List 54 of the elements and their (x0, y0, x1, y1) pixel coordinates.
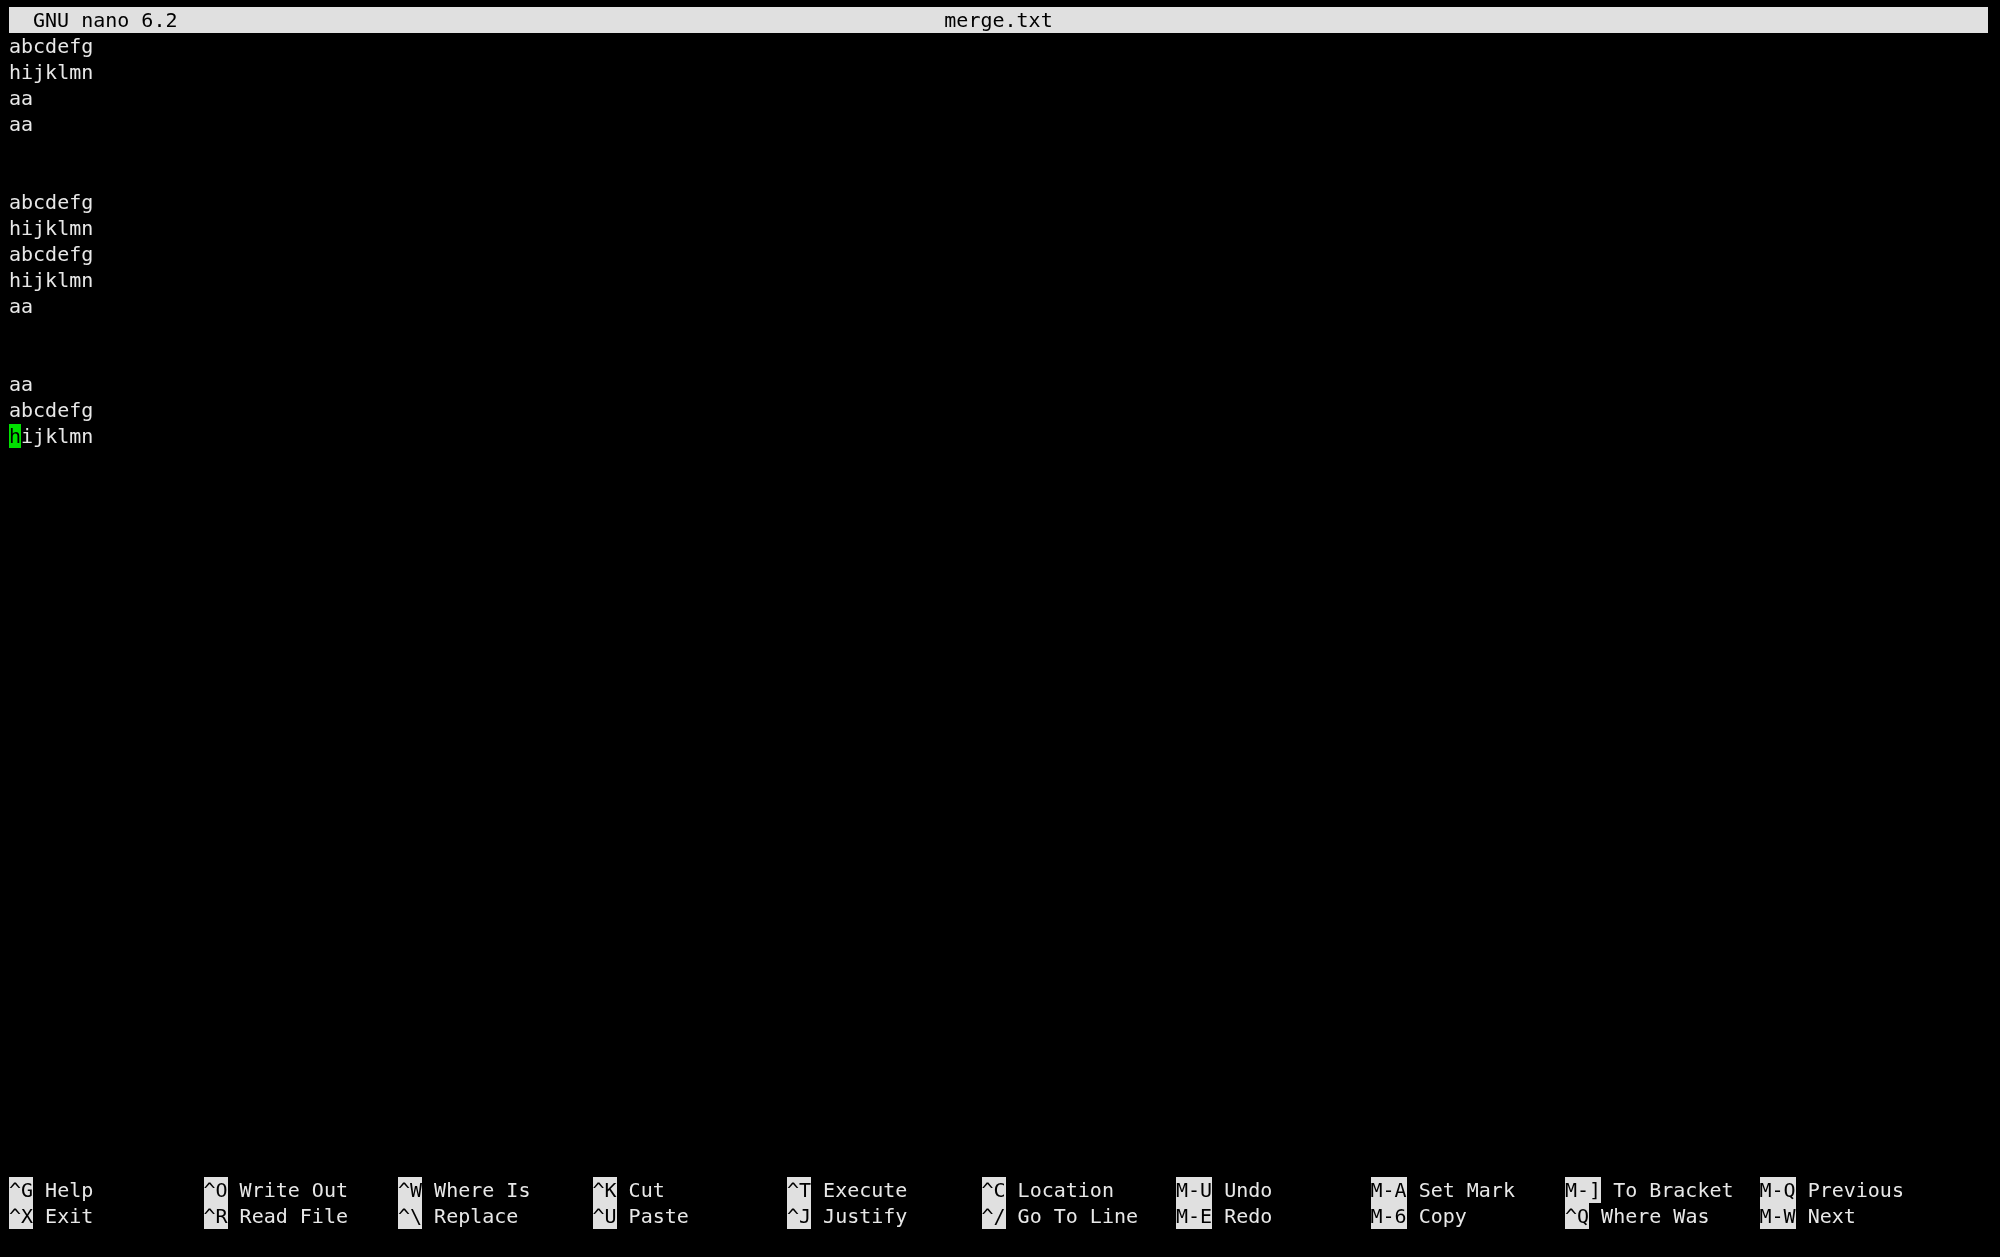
shortcut-label: Copy (1418, 1203, 1467, 1229)
shortcut-key: ^C (981, 1177, 1006, 1203)
text-line: aa (9, 86, 34, 110)
text-line: hijklmn (9, 268, 94, 292)
shortcut-key: ^O (203, 1177, 228, 1203)
shortcut-key: M-A (1370, 1177, 1407, 1203)
text-line: abcdefg (9, 242, 94, 266)
text-line: hijklmn (9, 424, 94, 448)
shortcut-label: Paste (628, 1203, 689, 1229)
shortcut-label: Next (1807, 1203, 1856, 1229)
app-version: GNU nano 6.2 (32, 7, 179, 33)
shortcut-label: Exit (45, 1203, 94, 1229)
shortcut-label: Previous (1807, 1177, 1904, 1203)
text-line: aa (9, 372, 34, 396)
shortcut-key: ^W (398, 1177, 423, 1203)
shortcut-label: Where Is (434, 1177, 531, 1203)
shortcut-key: ^K (592, 1177, 617, 1203)
text-line: aa (9, 294, 34, 318)
shortcut-label: To Bracket (1613, 1177, 1734, 1203)
text-line: abcdefg (9, 190, 94, 214)
text-line: abcdefg (9, 34, 94, 58)
shortcut-key: ^X (9, 1203, 34, 1229)
shortcut-label: Justify (823, 1203, 908, 1229)
shortcut-key: ^Q (1565, 1203, 1590, 1229)
shortcut-key: ^R (203, 1203, 228, 1229)
shortcut-key: ^/ (981, 1203, 1006, 1229)
shortcut-key: ^J (787, 1203, 812, 1229)
text-line: hijklmn (9, 216, 94, 240)
shortcut-label: Go To Line (1017, 1203, 1138, 1229)
shortcut-label: Set Mark (1418, 1177, 1515, 1203)
shortcut-label: Redo (1224, 1203, 1273, 1229)
shortcut-key: M-W (1759, 1203, 1796, 1229)
text-line: aa (9, 112, 34, 136)
shortcut-key: M-Q (1759, 1177, 1796, 1203)
shortcut-label: Replace (434, 1203, 519, 1229)
shortcut-key: ^G (9, 1177, 34, 1203)
shortcut-label: Write Out (239, 1177, 348, 1203)
text-line: abcdefg (9, 398, 94, 422)
shortcut-key: ^T (787, 1177, 812, 1203)
shortcut-key: M-E (1176, 1203, 1213, 1229)
shortcut-label: Location (1017, 1177, 1114, 1203)
shortcut-key: M-6 (1370, 1203, 1407, 1229)
shortcut-label: Undo (1224, 1177, 1273, 1203)
text-line: hijklmn (9, 60, 94, 84)
file-name: merge.txt (944, 7, 1053, 33)
shortcut-label: Help (45, 1177, 94, 1203)
shortcut-key: M-] (1565, 1177, 1602, 1203)
shortcut-label: Where Was (1601, 1203, 1710, 1229)
shortcut-key: ^\ (398, 1203, 423, 1229)
shortcut-key: M-U (1176, 1177, 1213, 1203)
shortcut-label: Cut (628, 1177, 665, 1203)
shortcut-key: ^U (592, 1203, 617, 1229)
shortcut-label: Execute (823, 1177, 908, 1203)
shortcut-label: Read File (239, 1203, 348, 1229)
